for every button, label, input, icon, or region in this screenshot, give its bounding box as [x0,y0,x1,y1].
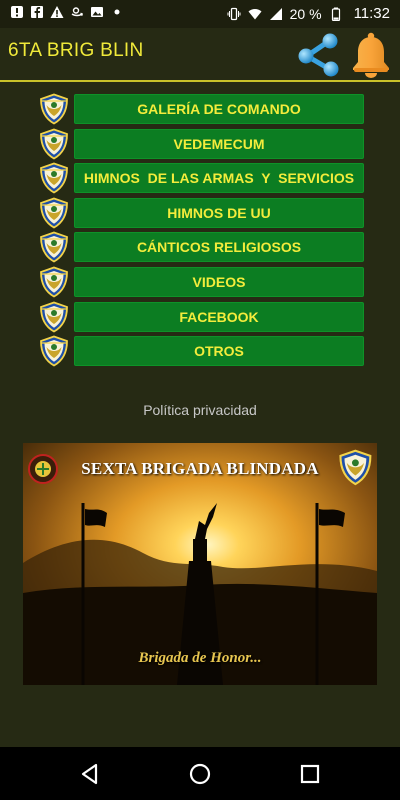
warning-icon [50,5,64,19]
signal-icon [269,7,283,21]
vibrate-icon [227,7,241,21]
share-button[interactable] [296,32,342,78]
facebook-icon [30,5,44,19]
sunset-monument-image [23,443,377,685]
menu-row: CÁNTICOS RELIGIOSOS [38,232,364,262]
menu-row: VEDEMECUM [38,129,364,159]
status-bar: 20 % 11:32 [0,0,400,28]
brigade-shield-icon [38,128,70,160]
dot-icon [110,5,124,19]
menu-button-galeria[interactable]: GALERÍA DE COMANDO [74,94,364,124]
bell-icon [353,32,389,78]
menu-row: GALERÍA DE COMANDO [38,94,364,124]
recents-icon [300,764,320,784]
image-icon [90,5,104,19]
menu-row: OTROS [38,336,364,366]
menu-row: VIDEOS [38,267,364,297]
app-title: 6TA BRIG BLIN [8,40,144,61]
menu-button-himnos-armas[interactable]: HIMNOS DE LAS ARMAS Y SERVICIOS [74,163,364,194]
app-toolbar: 6TA BRIG BLIN [0,28,400,82]
menu-row: HIMNOS DE LAS ARMAS Y SERVICIOS [38,163,364,193]
back-icon [81,763,98,785]
battery-icon [329,7,343,21]
menu-button-vedemecum[interactable]: VEDEMECUM [74,128,364,159]
menu-button-facebook[interactable]: FACEBOOK [74,301,364,332]
notifications-button[interactable] [348,30,394,80]
main-menu: GALERÍA DE COMANDO VEDEMECUM HIMNOS DE L… [38,94,364,371]
menu-button-canticos[interactable]: CÁNTICOS RELIGIOSOS [74,232,364,263]
wifi-icon [248,7,262,21]
menu-button-otros[interactable]: OTROS [74,336,364,367]
battery-percent: 20 % [289,5,322,22]
brigade-shield-icon [38,197,70,229]
banner-title: SEXTA BRIGADA BLINDADA [81,459,319,478]
amazon-icon [70,5,84,19]
brigade-shield-icon [38,266,70,298]
system-nav-bar [0,747,400,800]
brigade-shield-icon [38,335,70,367]
menu-row: FACEBOOK [38,302,364,332]
alert-icon [10,5,24,19]
brigade-shield-icon [38,162,70,194]
brigade-shield-icon [38,301,70,333]
menu-button-videos[interactable]: VIDEOS [74,266,364,297]
clock: 11:32 [353,5,390,22]
home-icon [189,763,211,785]
back-button[interactable] [76,760,104,788]
share-icon [298,33,339,77]
brigade-shield-icon [38,231,70,263]
menu-row: HIMNOS DE UU [38,198,364,228]
menu-button-himnos-uu[interactable]: HIMNOS DE UU [74,197,364,228]
system-icons: 20 % 11:32 [227,5,390,22]
banner-motto: Brigada de Honor... [138,650,262,666]
notification-icons [10,5,124,19]
home-button[interactable] [186,760,214,788]
privacy-policy-link[interactable]: Política privacidad [0,402,400,418]
recents-button[interactable] [296,760,324,788]
brigade-shield-icon [38,93,70,125]
brigade-banner: SEXTA BRIGADA BLINDADA Brigada de Honor.… [23,443,377,685]
